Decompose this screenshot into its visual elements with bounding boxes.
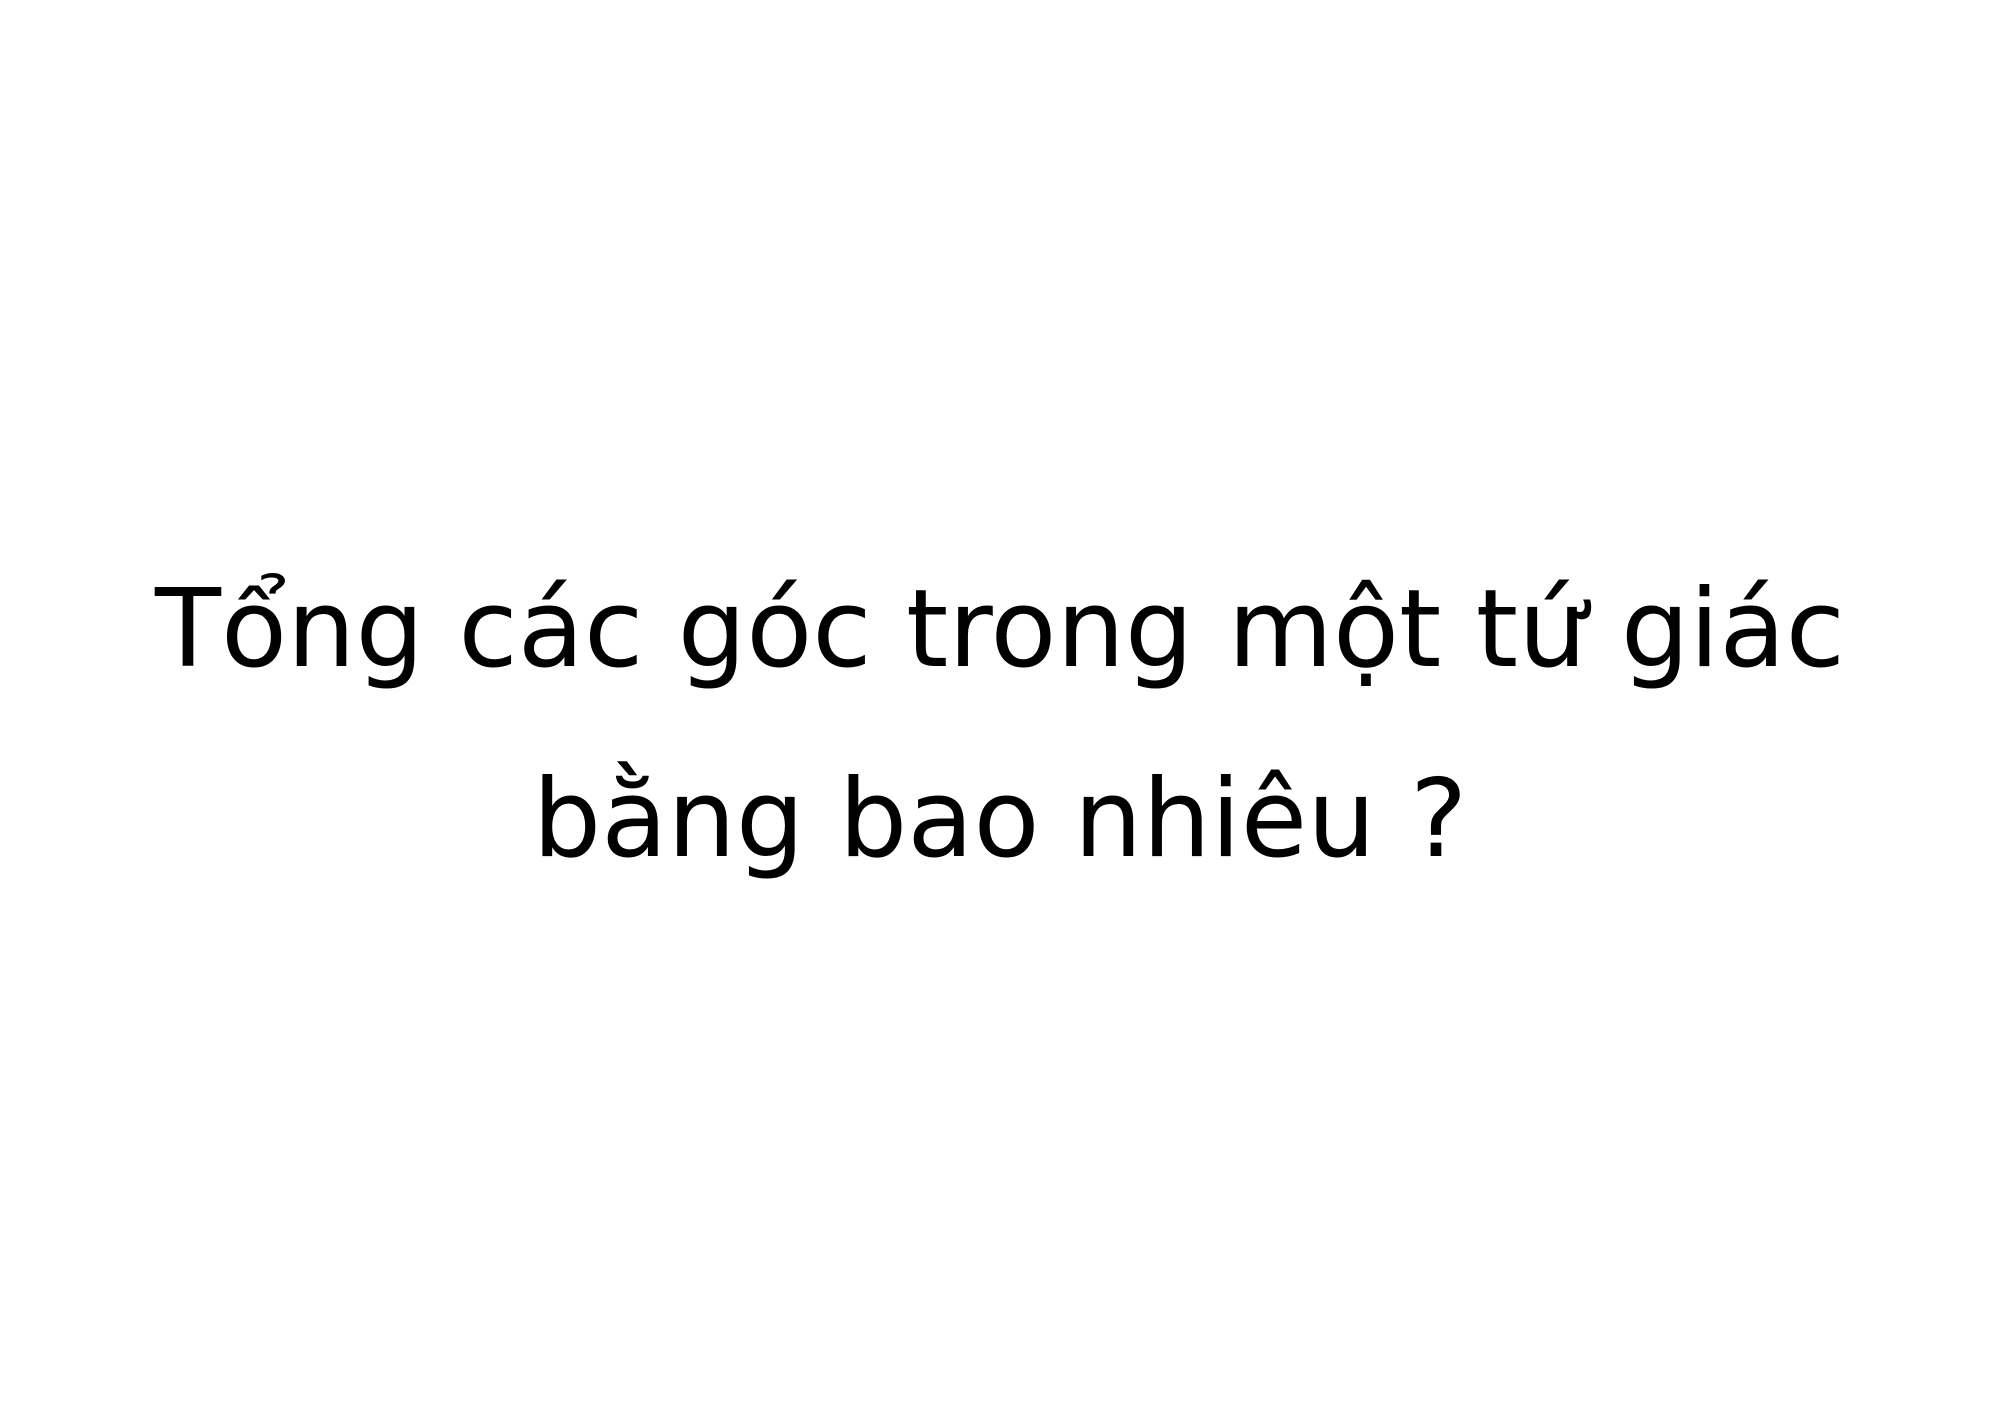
slide-canvas: Tổng các góc trong một tứ giác bằng bao … — [0, 0, 2000, 1414]
question-text: Tổng các góc trong một tứ giác bằng bao … — [155, 567, 1845, 882]
